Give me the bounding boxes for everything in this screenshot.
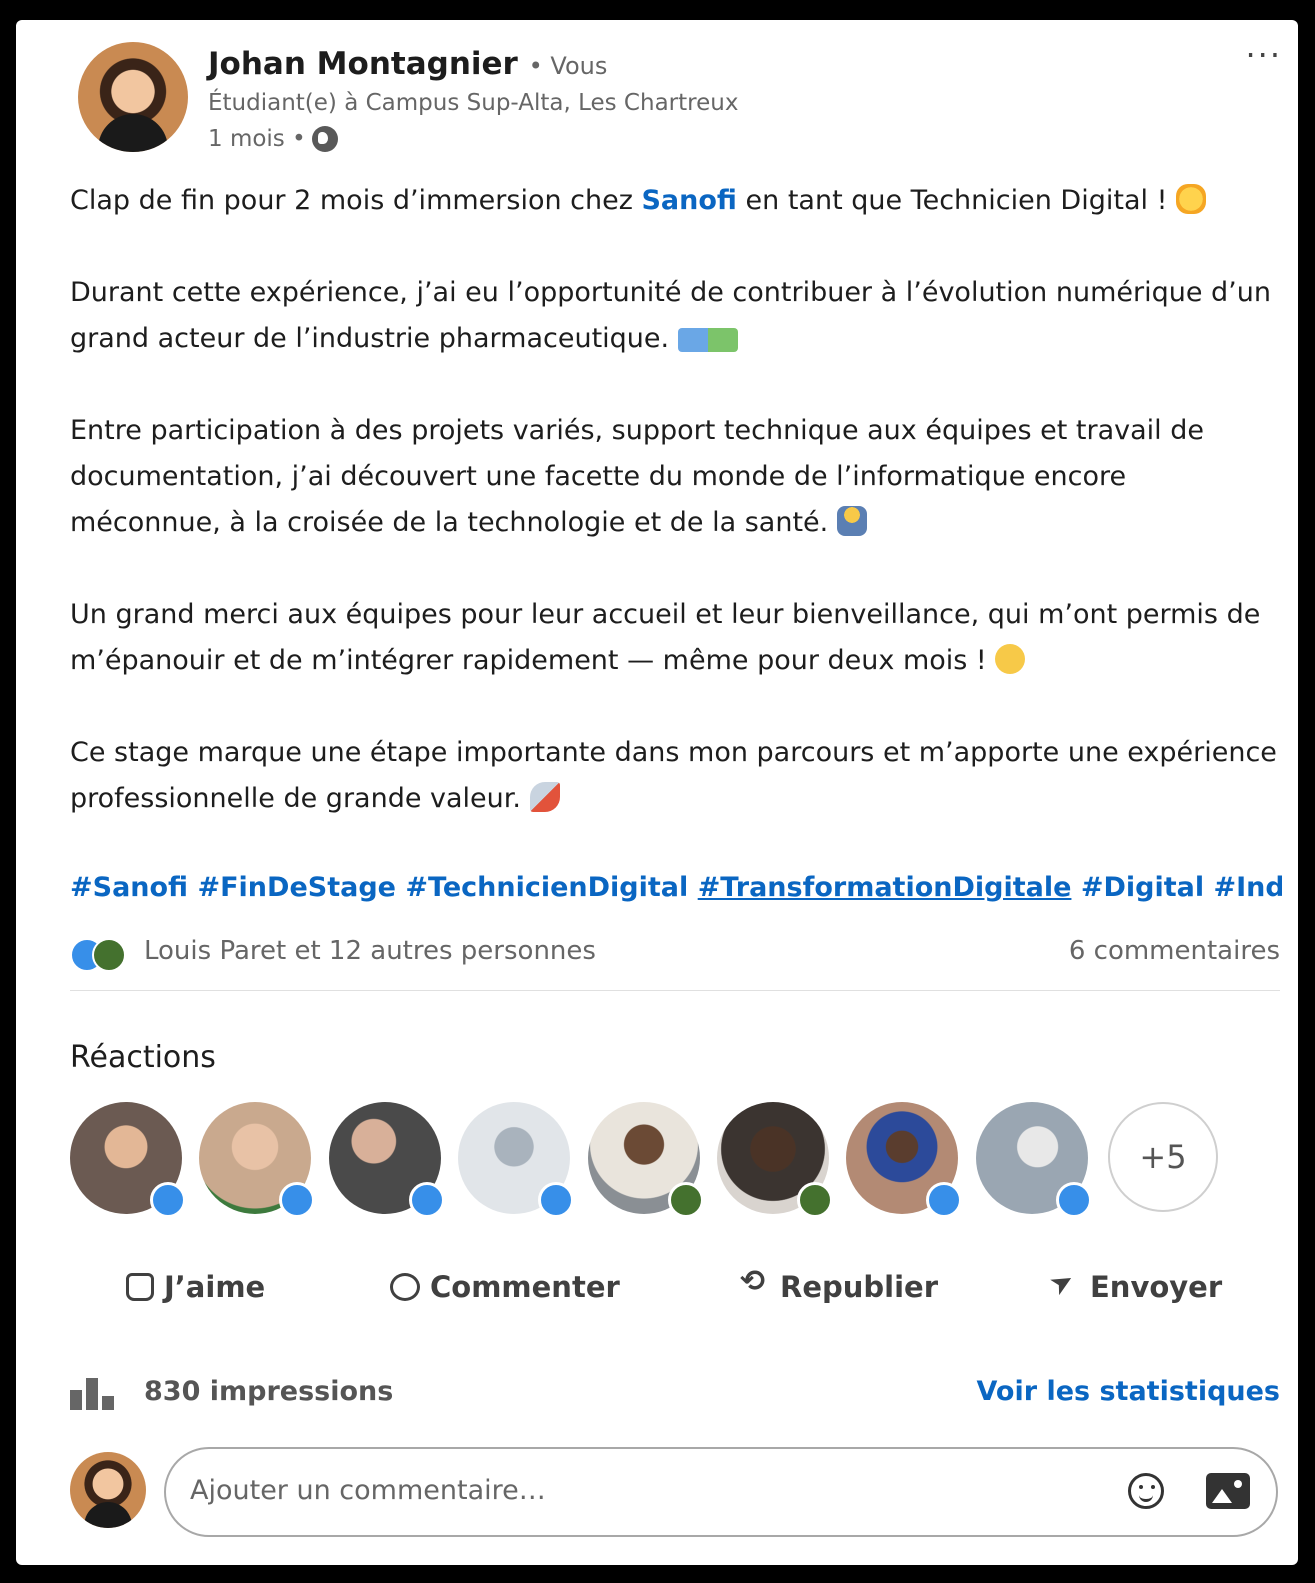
clapping-hands-icon bbox=[1176, 184, 1206, 214]
bar-chart-icon bbox=[70, 1378, 124, 1410]
comment-input[interactable]: Ajouter un commentaire… bbox=[164, 1447, 1278, 1537]
view-statistics-link[interactable]: Voir les statistiques bbox=[977, 1376, 1281, 1407]
reactor-avatar[interactable] bbox=[70, 1102, 186, 1218]
impressions-count: 830 impressions bbox=[144, 1376, 394, 1407]
grinning-face-icon bbox=[995, 644, 1026, 674]
social-counts: Louis Paret et 12 autres personnes 6 com… bbox=[70, 934, 1280, 974]
reaction-icons[interactable] bbox=[70, 938, 130, 972]
reactor-avatar[interactable] bbox=[717, 1102, 833, 1218]
repost-button[interactable]: Republier bbox=[740, 1264, 938, 1304]
technologist-icon bbox=[836, 506, 867, 536]
reactor-avatar[interactable] bbox=[329, 1102, 445, 1218]
hashtag-link[interactable]: #FinDeStage bbox=[197, 872, 395, 903]
hashtags: #Sanofi #FinDeStage #TechnicienDigital #… bbox=[70, 872, 1282, 903]
like-badge-icon bbox=[1056, 1182, 1092, 1218]
reactor-avatars: +5 bbox=[70, 1102, 1280, 1218]
celebrate-badge-icon bbox=[668, 1182, 704, 1218]
post-meta: 1 mois • bbox=[208, 126, 338, 152]
send-button[interactable]: Envoyer bbox=[1050, 1270, 1222, 1304]
post-card: Johan Montagnier • Vous Étudiant(e) à Ca… bbox=[16, 20, 1298, 1565]
like-badge-icon bbox=[150, 1182, 186, 1218]
like-badge-icon bbox=[538, 1182, 574, 1218]
celebrate-badge-icon bbox=[797, 1182, 833, 1218]
author-name[interactable]: Johan Montagnier bbox=[208, 46, 518, 82]
laptop-test-tube-icon bbox=[677, 328, 738, 352]
comment-button[interactable]: Commenter bbox=[390, 1270, 620, 1304]
post-stats: 830 impressions Voir les statistiques bbox=[70, 1374, 1280, 1414]
comments-count-link[interactable]: 6 commentaires bbox=[1069, 936, 1280, 966]
post-paragraph: Ce stage marque une étape importante dan… bbox=[70, 737, 1277, 814]
author-headline: Étudiant(e) à Campus Sup-Alta, Les Chart… bbox=[208, 90, 739, 116]
reactions-summary-link[interactable]: Louis Paret et 12 autres personnes bbox=[144, 936, 596, 966]
repost-icon bbox=[740, 1264, 770, 1302]
divider bbox=[70, 990, 1280, 991]
emoji-icon[interactable] bbox=[1128, 1473, 1164, 1509]
author-avatar[interactable] bbox=[78, 42, 188, 152]
reactor-avatar[interactable] bbox=[458, 1102, 574, 1218]
more-options-icon[interactable]: ··· bbox=[1245, 36, 1282, 74]
hashtag-link[interactable]: #TechnicienDigital bbox=[405, 872, 688, 903]
sanofi-mention-link[interactable]: Sanofi bbox=[641, 185, 736, 216]
comment-icon bbox=[390, 1273, 420, 1301]
rocket-icon bbox=[529, 782, 560, 812]
post-paragraph: Entre participation à des projets variés… bbox=[70, 415, 1204, 538]
hashtag-link[interactable]: #Sanofi bbox=[70, 872, 188, 903]
thumbs-up-icon bbox=[126, 1273, 154, 1301]
you-label: • Vous bbox=[528, 52, 608, 80]
like-badge-icon bbox=[409, 1182, 445, 1218]
like-badge-icon bbox=[926, 1182, 962, 1218]
send-icon bbox=[1050, 1272, 1080, 1302]
reactor-avatar[interactable] bbox=[199, 1102, 315, 1218]
image-icon[interactable] bbox=[1206, 1473, 1250, 1509]
reactor-avatar[interactable] bbox=[846, 1102, 962, 1218]
more-reactors-button[interactable]: +5 bbox=[1108, 1102, 1218, 1212]
comment-placeholder: Ajouter un commentaire… bbox=[190, 1475, 546, 1506]
post-actions: J’aime Commenter Republier Envoyer bbox=[70, 1264, 1280, 1318]
post-paragraph: Un grand merci aux équipes pour leur acc… bbox=[70, 599, 1261, 676]
like-button[interactable]: J’aime bbox=[126, 1270, 265, 1304]
post-paragraph: Clap de fin pour 2 mois d’immersion chez… bbox=[70, 178, 1280, 224]
reactor-avatar[interactable] bbox=[588, 1102, 704, 1218]
post-body: Clap de fin pour 2 mois d’immersion chez… bbox=[70, 178, 1280, 868]
globe-icon bbox=[311, 126, 338, 152]
reactor-avatar[interactable] bbox=[976, 1102, 1092, 1218]
post-paragraph: Durant cette expérience, j’ai eu l’oppor… bbox=[70, 277, 1271, 354]
celebrate-reaction-icon bbox=[92, 938, 126, 972]
hashtag-link[interactable]: #Digital bbox=[1081, 872, 1204, 903]
reactions-heading: Réactions bbox=[70, 1040, 216, 1075]
hashtag-link[interactable]: #TransformationDigitale bbox=[698, 872, 1072, 903]
author-name-line[interactable]: Johan Montagnier • Vous bbox=[208, 46, 607, 82]
hashtag-link[interactable]: #Indu bbox=[1214, 872, 1282, 903]
current-user-avatar bbox=[70, 1452, 146, 1528]
like-badge-icon bbox=[279, 1182, 315, 1218]
post-age: 1 mois • bbox=[208, 126, 306, 152]
